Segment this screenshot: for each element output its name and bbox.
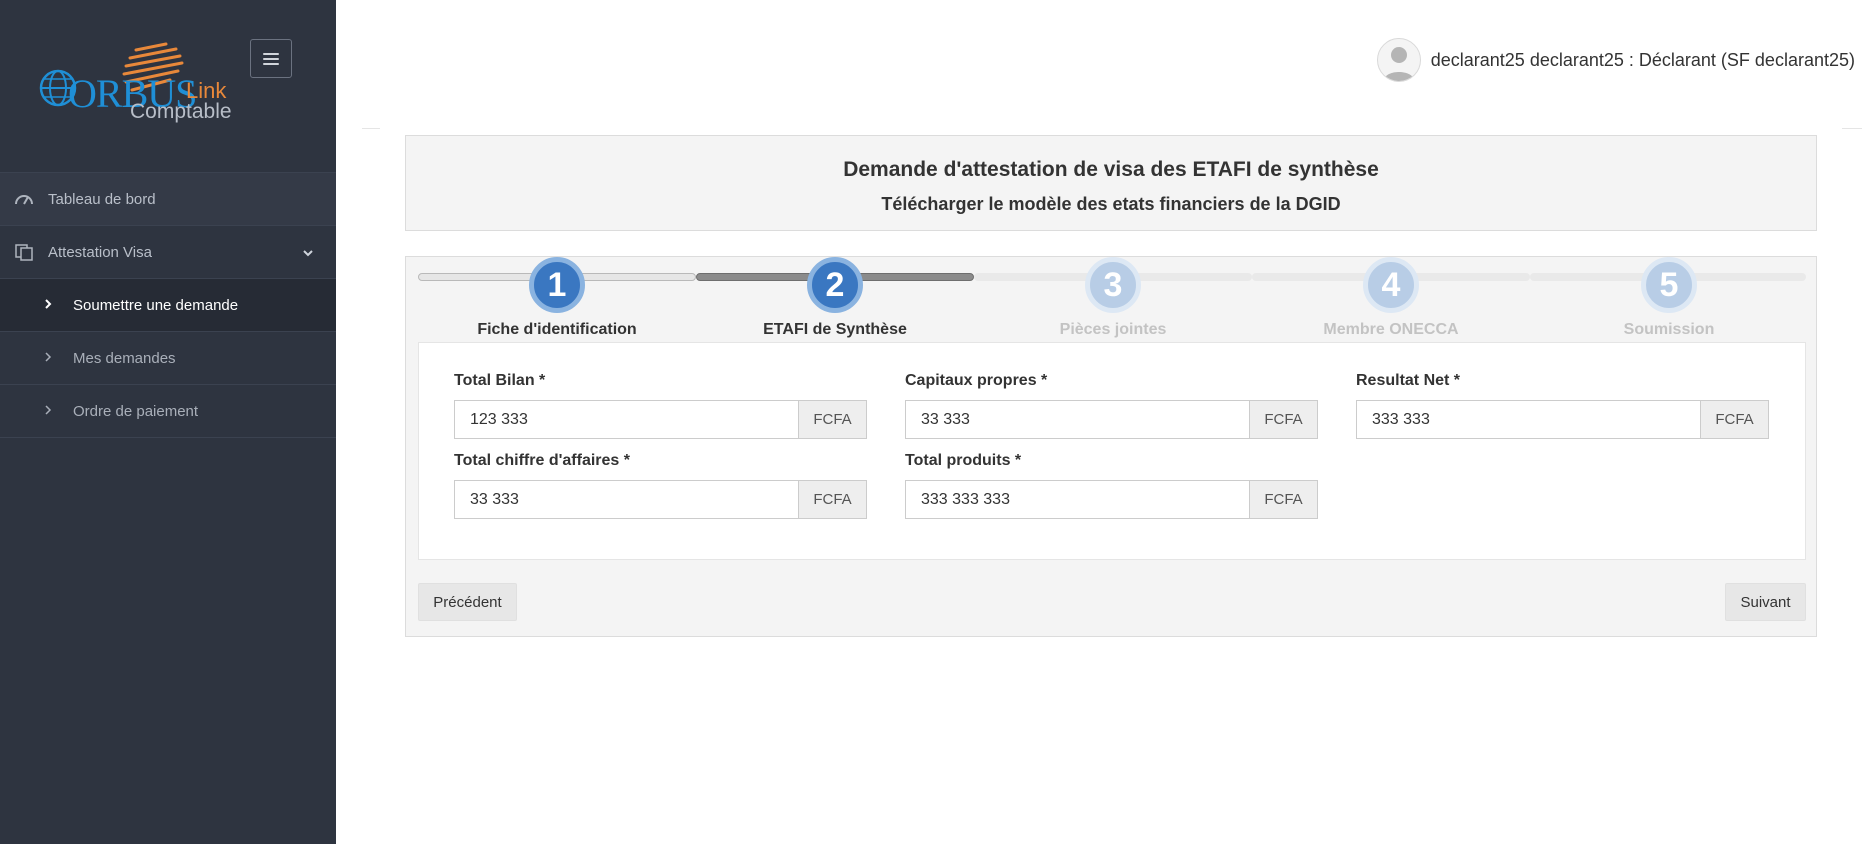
total-chiffre-affaires-input[interactable]	[454, 480, 799, 519]
page-title: Demande d'attestation de visa des ETAFI …	[843, 158, 1379, 181]
capitaux-propres-input[interactable]	[905, 400, 1250, 439]
user-name: declarant25 declarant25 : Déclarant (SF …	[1430, 49, 1855, 70]
step-4-indicator[interactable]: 4	[1363, 257, 1419, 313]
page-header-panel: Demande d'attestation de visa des ETAFI …	[405, 135, 1817, 231]
field-label: Capitaux propres *	[905, 372, 1048, 389]
currency-addon: FCFA	[799, 400, 867, 439]
sidebar: ORBUS Link Comptable Tableau de bord Att…	[0, 0, 336, 844]
step-1-indicator[interactable]: 1	[529, 257, 585, 313]
field-label: Total Bilan *	[454, 372, 546, 389]
step-3-label: Pièces jointes	[1059, 321, 1167, 338]
currency-addon: FCFA	[1701, 400, 1769, 439]
step-5-label: Soumission	[1623, 321, 1715, 338]
sidebar-subitem-label: Ordre de paiement	[73, 402, 199, 420]
step-2-indicator[interactable]: 2	[807, 257, 863, 313]
hamburger-icon	[263, 52, 279, 65]
sidebar-subitem-label: Mes demandes	[73, 349, 176, 367]
step-5-indicator[interactable]: 5	[1641, 257, 1697, 313]
sidebar-item-dashboard[interactable]: Tableau de bord	[0, 172, 336, 225]
capitaux-propres-field: Capitaux propres * FCFA	[905, 372, 1318, 439]
sidebar-divider	[0, 437, 336, 438]
sidebar-subitem-label: Soumettre une demande	[73, 296, 239, 314]
sidebar-item-label: Attestation Visa	[48, 243, 152, 261]
step-2-label: ETAFI de Synthèse	[763, 321, 907, 338]
resultat-net-input[interactable]	[1356, 400, 1701, 439]
previous-button[interactable]: Précédent	[418, 583, 517, 621]
total-produits-input[interactable]	[905, 480, 1250, 519]
currency-addon: FCFA	[1250, 480, 1318, 519]
documents-icon	[0, 243, 48, 261]
field-label: Resultat Net *	[1356, 372, 1461, 389]
user-menu[interactable]: declarant25 declarant25 : Déclarant (SF …	[1376, 38, 1855, 82]
next-button[interactable]: Suivant	[1725, 583, 1806, 621]
total-bilan-input[interactable]	[454, 400, 799, 439]
sidebar-subitem-submit-request[interactable]: Soumettre une demande	[0, 278, 336, 331]
logo-subtitle: Comptable	[130, 100, 232, 123]
step-3-indicator[interactable]: 3	[1085, 257, 1141, 313]
total-bilan-field: Total Bilan * FCFA	[454, 372, 867, 439]
currency-addon: FCFA	[1250, 400, 1318, 439]
total-chiffre-affaires-field: Total chiffre d'affaires * FCFA	[454, 452, 867, 519]
field-label: Total chiffre d'affaires *	[454, 452, 630, 469]
sidebar-item-attestation-visa[interactable]: Attestation Visa	[0, 225, 336, 278]
sidebar-subitem-my-requests[interactable]: Mes demandes	[0, 331, 336, 384]
menu-toggle-button[interactable]	[250, 39, 292, 78]
resultat-net-field: Resultat Net * FCFA	[1356, 372, 1769, 439]
sidebar-subitem-payment-order[interactable]: Ordre de paiement	[0, 384, 336, 437]
chevron-right-icon	[44, 403, 73, 419]
wizard-panel: 1 2 3 4 5 Fiche d'identification ETAFI d…	[405, 256, 1817, 637]
field-label: Total produits *	[905, 452, 1022, 469]
sidebar-nav: Tableau de bord Attestation Visa Soumett…	[0, 172, 336, 438]
currency-addon: FCFA	[799, 480, 867, 519]
dashboard-gauge-icon	[0, 192, 48, 206]
sidebar-item-label: Tableau de bord	[48, 190, 156, 208]
user-icon	[1383, 47, 1414, 81]
step-1-label: Fiche d'identification	[477, 321, 637, 338]
chevron-down-icon	[302, 245, 314, 260]
app-logo[interactable]: ORBUS Link Comptable	[38, 40, 238, 126]
header-divider	[362, 128, 380, 129]
chevron-right-icon	[44, 350, 73, 366]
avatar	[1376, 38, 1421, 82]
total-produits-field: Total produits * FCFA	[905, 452, 1318, 519]
download-template-link[interactable]: Télécharger le modèle des etats financie…	[406, 194, 1816, 215]
header-divider	[1842, 128, 1862, 129]
step-4-label: Membre ONECCA	[1323, 321, 1459, 338]
etafi-form: Total Bilan * FCFA Capitaux propres * FC…	[418, 342, 1806, 560]
chevron-right-icon	[44, 297, 73, 313]
